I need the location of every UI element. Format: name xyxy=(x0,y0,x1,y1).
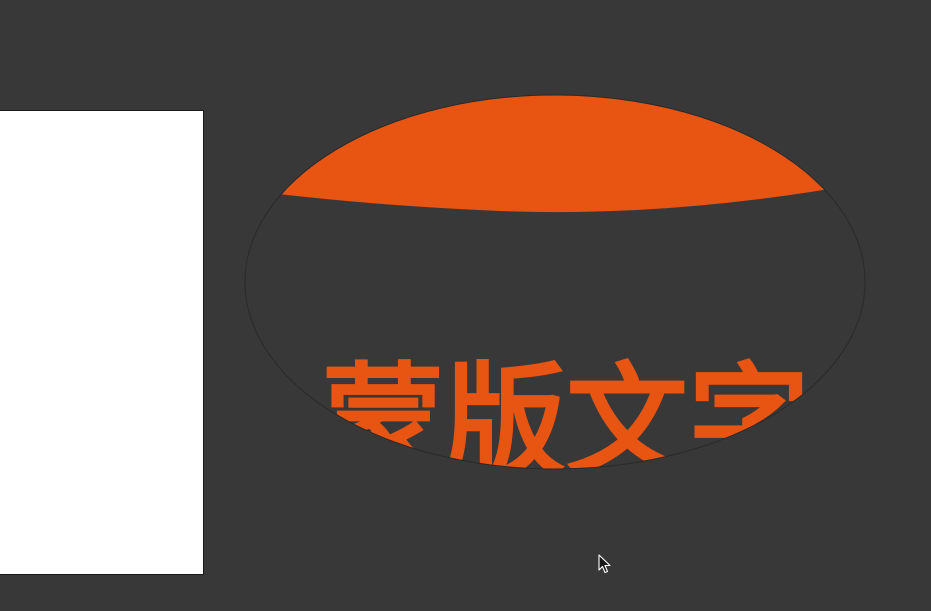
mask-clip-group: 蒙版文字 xyxy=(230,60,880,493)
orange-arc-shape[interactable] xyxy=(230,60,880,213)
arrow-cursor-icon xyxy=(598,554,614,574)
canvas-stage[interactable]: 蒙版文字 xyxy=(0,0,931,611)
masked-text[interactable]: 蒙版文字 xyxy=(322,351,810,493)
